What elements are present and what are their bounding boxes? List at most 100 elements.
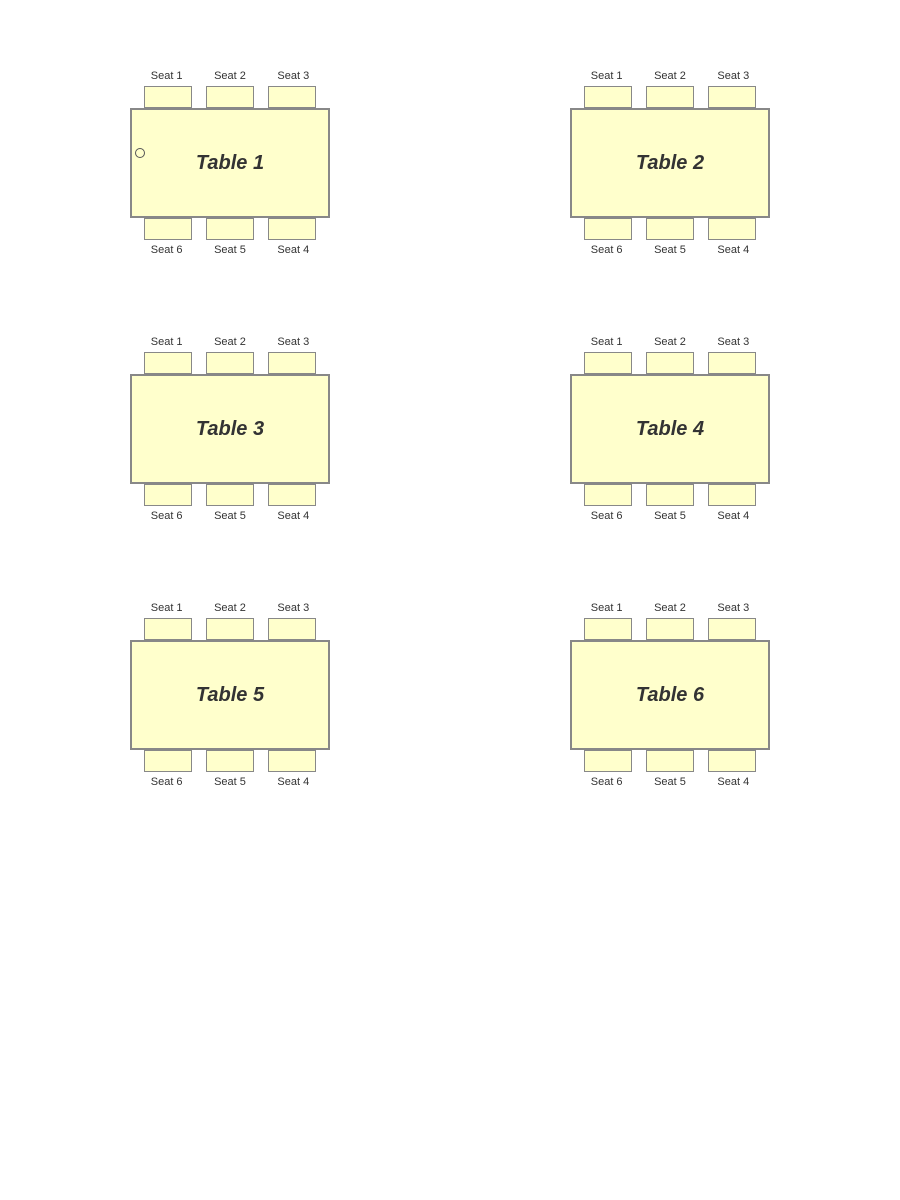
- seat-label-top-1-3: Seat 3: [266, 70, 321, 82]
- chair-bottom-3-2[interactable]: [206, 484, 254, 506]
- seat-label-top-6-1: Seat 1: [579, 602, 634, 614]
- tables-grid: Seat 1 Seat 2 Seat 3 Table 1 Seat 6 Seat 5 Sea…: [40, 60, 860, 788]
- seat-labels-bottom-4: Seat 6 Seat 5 Seat 4: [575, 510, 765, 522]
- chair-bottom-4-3[interactable]: [708, 484, 756, 506]
- chairs-top-6: [578, 618, 763, 640]
- seat-label-top-5-1: Seat 1: [139, 602, 194, 614]
- chair-bottom-5-2[interactable]: [206, 750, 254, 772]
- seat-label-bottom-2-1: Seat 6: [579, 244, 634, 256]
- chair-top-5-3[interactable]: [268, 618, 316, 640]
- chair-top-4-3[interactable]: [708, 352, 756, 374]
- seat-labels-bottom-5: Seat 6Seat 5Seat 4: [135, 776, 325, 788]
- chairs-top-1: [138, 86, 323, 108]
- seat-label-top-1-2: Seat 2: [202, 70, 257, 82]
- table-unit-6[interactable]: Seat 1Seat 2Seat 3Table 6Seat 6Seat 5Sea…: [570, 602, 770, 788]
- chair-top-2-3[interactable]: [708, 86, 756, 108]
- chair-top-6-2[interactable]: [646, 618, 694, 640]
- seat-label-bottom-4-1: Seat 6: [579, 510, 634, 522]
- chair-bottom-5-1[interactable]: [144, 750, 192, 772]
- chair-top-4-1[interactable]: [584, 352, 632, 374]
- chairs-top-3: [138, 352, 323, 374]
- chairs-bottom-2: [578, 218, 763, 240]
- seat-label-bottom-1-1: Seat 6: [139, 244, 194, 256]
- chair-top-1-2[interactable]: [206, 86, 254, 108]
- chairs-bottom-5: [138, 750, 323, 772]
- chair-top-2-2[interactable]: [646, 86, 694, 108]
- chair-bottom-1-2[interactable]: [206, 218, 254, 240]
- seat-label-bottom-6-3: Seat 4: [706, 776, 761, 788]
- chair-top-4-2[interactable]: [646, 352, 694, 374]
- seat-labels-top-1: Seat 1Seat 2Seat 3: [135, 70, 325, 82]
- seat-labels-bottom-1: Seat 6Seat 5Seat 4: [135, 244, 325, 256]
- table-rect-6[interactable]: Table 6: [570, 640, 770, 750]
- seat-label-bottom-1-3: Seat 4: [266, 244, 321, 256]
- table-rect-5[interactable]: Table 5: [130, 640, 330, 750]
- table-name-1: Table 1: [196, 152, 264, 175]
- seat-label-bottom-4-3: Seat 4: [706, 510, 761, 522]
- chair-top-3-2[interactable]: [206, 352, 254, 374]
- seat-label-bottom-5-3: Seat 4: [266, 776, 321, 788]
- seat-label-bottom-6-2: Seat 5: [642, 776, 697, 788]
- seat-label-bottom-4-2: Seat 5: [642, 510, 697, 522]
- chair-bottom-2-3[interactable]: [708, 218, 756, 240]
- seat-label-top-6-2: Seat 2: [642, 602, 697, 614]
- chairs-bottom-3: [138, 484, 323, 506]
- seat-label-bottom-5-1: Seat 6: [139, 776, 194, 788]
- table-rect-4[interactable]: Table 4: [570, 374, 770, 484]
- seat-label-top-4-2: Seat 2: [642, 336, 697, 348]
- chair-top-5-2[interactable]: [206, 618, 254, 640]
- chair-bottom-3-3[interactable]: [268, 484, 316, 506]
- table-rect-2[interactable]: Table 2: [570, 108, 770, 218]
- chair-bottom-1-3[interactable]: [268, 218, 316, 240]
- chair-top-1-1[interactable]: [144, 86, 192, 108]
- chair-top-1-3[interactable]: [268, 86, 316, 108]
- chair-bottom-4-1[interactable]: [584, 484, 632, 506]
- table-name-3: Table 3: [196, 418, 264, 441]
- chair-bottom-4-2[interactable]: [646, 484, 694, 506]
- chairs-bottom-1: [138, 218, 323, 240]
- chair-bottom-1-1[interactable]: [144, 218, 192, 240]
- chairs-top-4: [578, 352, 763, 374]
- seat-labels-bottom-6: Seat 6 Seat 5 Seat 4: [575, 776, 765, 788]
- chair-top-6-3[interactable]: [708, 618, 756, 640]
- seat-label-bottom-2-3: Seat 4: [706, 244, 761, 256]
- seat-labels-bottom-2: Seat 6Seat 5Seat 4: [575, 244, 765, 256]
- table-unit-5[interactable]: Seat 1Seat 2Seat 3 Table 5 Seat 6Seat 5Sea…: [130, 602, 330, 788]
- chair-bottom-2-1[interactable]: [584, 218, 632, 240]
- chair-top-6-1[interactable]: [584, 618, 632, 640]
- seat-label-top-3-1: Seat 1: [139, 336, 194, 348]
- table-unit-4[interactable]: Seat 1Seat 2Seat 3Table 4Seat 6Seat 5Sea…: [570, 336, 770, 522]
- chair-top-2-1[interactable]: [584, 86, 632, 108]
- table-name-6: Table 6: [636, 684, 704, 707]
- chair-bottom-6-3[interactable]: [708, 750, 756, 772]
- chair-bottom-6-1[interactable]: [584, 750, 632, 772]
- chairs-top-2: [578, 86, 763, 108]
- table-unit-1[interactable]: Seat 1Seat 2Seat 3Table 1Seat 6Seat 5Sea…: [130, 70, 330, 256]
- seat-labels-top-2: Seat 1Seat 2Seat 3: [575, 70, 765, 82]
- chair-top-3-3[interactable]: [268, 352, 316, 374]
- chair-top-5-1[interactable]: [144, 618, 192, 640]
- seat-labels-bottom-3: Seat 6 Seat 5 Seat 4: [135, 510, 325, 522]
- chair-bottom-5-3[interactable]: [268, 750, 316, 772]
- table-unit-3[interactable]: Seat 1Seat 2Seat 3Table 3Seat 6Seat 5Sea…: [130, 336, 330, 522]
- small-circle-icon: [135, 148, 145, 158]
- table-rect-3[interactable]: Table 3: [130, 374, 330, 484]
- seat-labels-top-6: Seat 1 Seat 2 Seat 3: [575, 602, 765, 614]
- chair-bottom-3-1[interactable]: [144, 484, 192, 506]
- table-rect-1[interactable]: Table 1: [130, 108, 330, 218]
- seat-label-top-6-3: Seat 3: [706, 602, 761, 614]
- chair-top-3-1[interactable]: [144, 352, 192, 374]
- seat-label-bottom-3-2: Seat 5: [202, 510, 257, 522]
- seat-label-top-2-1: Seat 1: [579, 70, 634, 82]
- seat-labels-top-5: Seat 1Seat 2Seat 3: [135, 602, 325, 614]
- seat-label-bottom-6-1: Seat 6: [579, 776, 634, 788]
- table-unit-2[interactable]: Seat 1Seat 2Seat 3Table 2Seat 6Seat 5Sea…: [570, 70, 770, 256]
- seat-label-bottom-3-1: Seat 6: [139, 510, 194, 522]
- chair-bottom-6-2[interactable]: [646, 750, 694, 772]
- chair-bottom-2-2[interactable]: [646, 218, 694, 240]
- seat-label-top-2-2: Seat 2: [642, 70, 697, 82]
- seat-label-top-3-3: Seat 3: [266, 336, 321, 348]
- seat-label-bottom-3-3: Seat 4: [266, 510, 321, 522]
- seat-labels-top-3: Seat 1 Seat 2 Seat 3: [135, 336, 325, 348]
- seat-label-top-3-2: Seat 2: [202, 336, 257, 348]
